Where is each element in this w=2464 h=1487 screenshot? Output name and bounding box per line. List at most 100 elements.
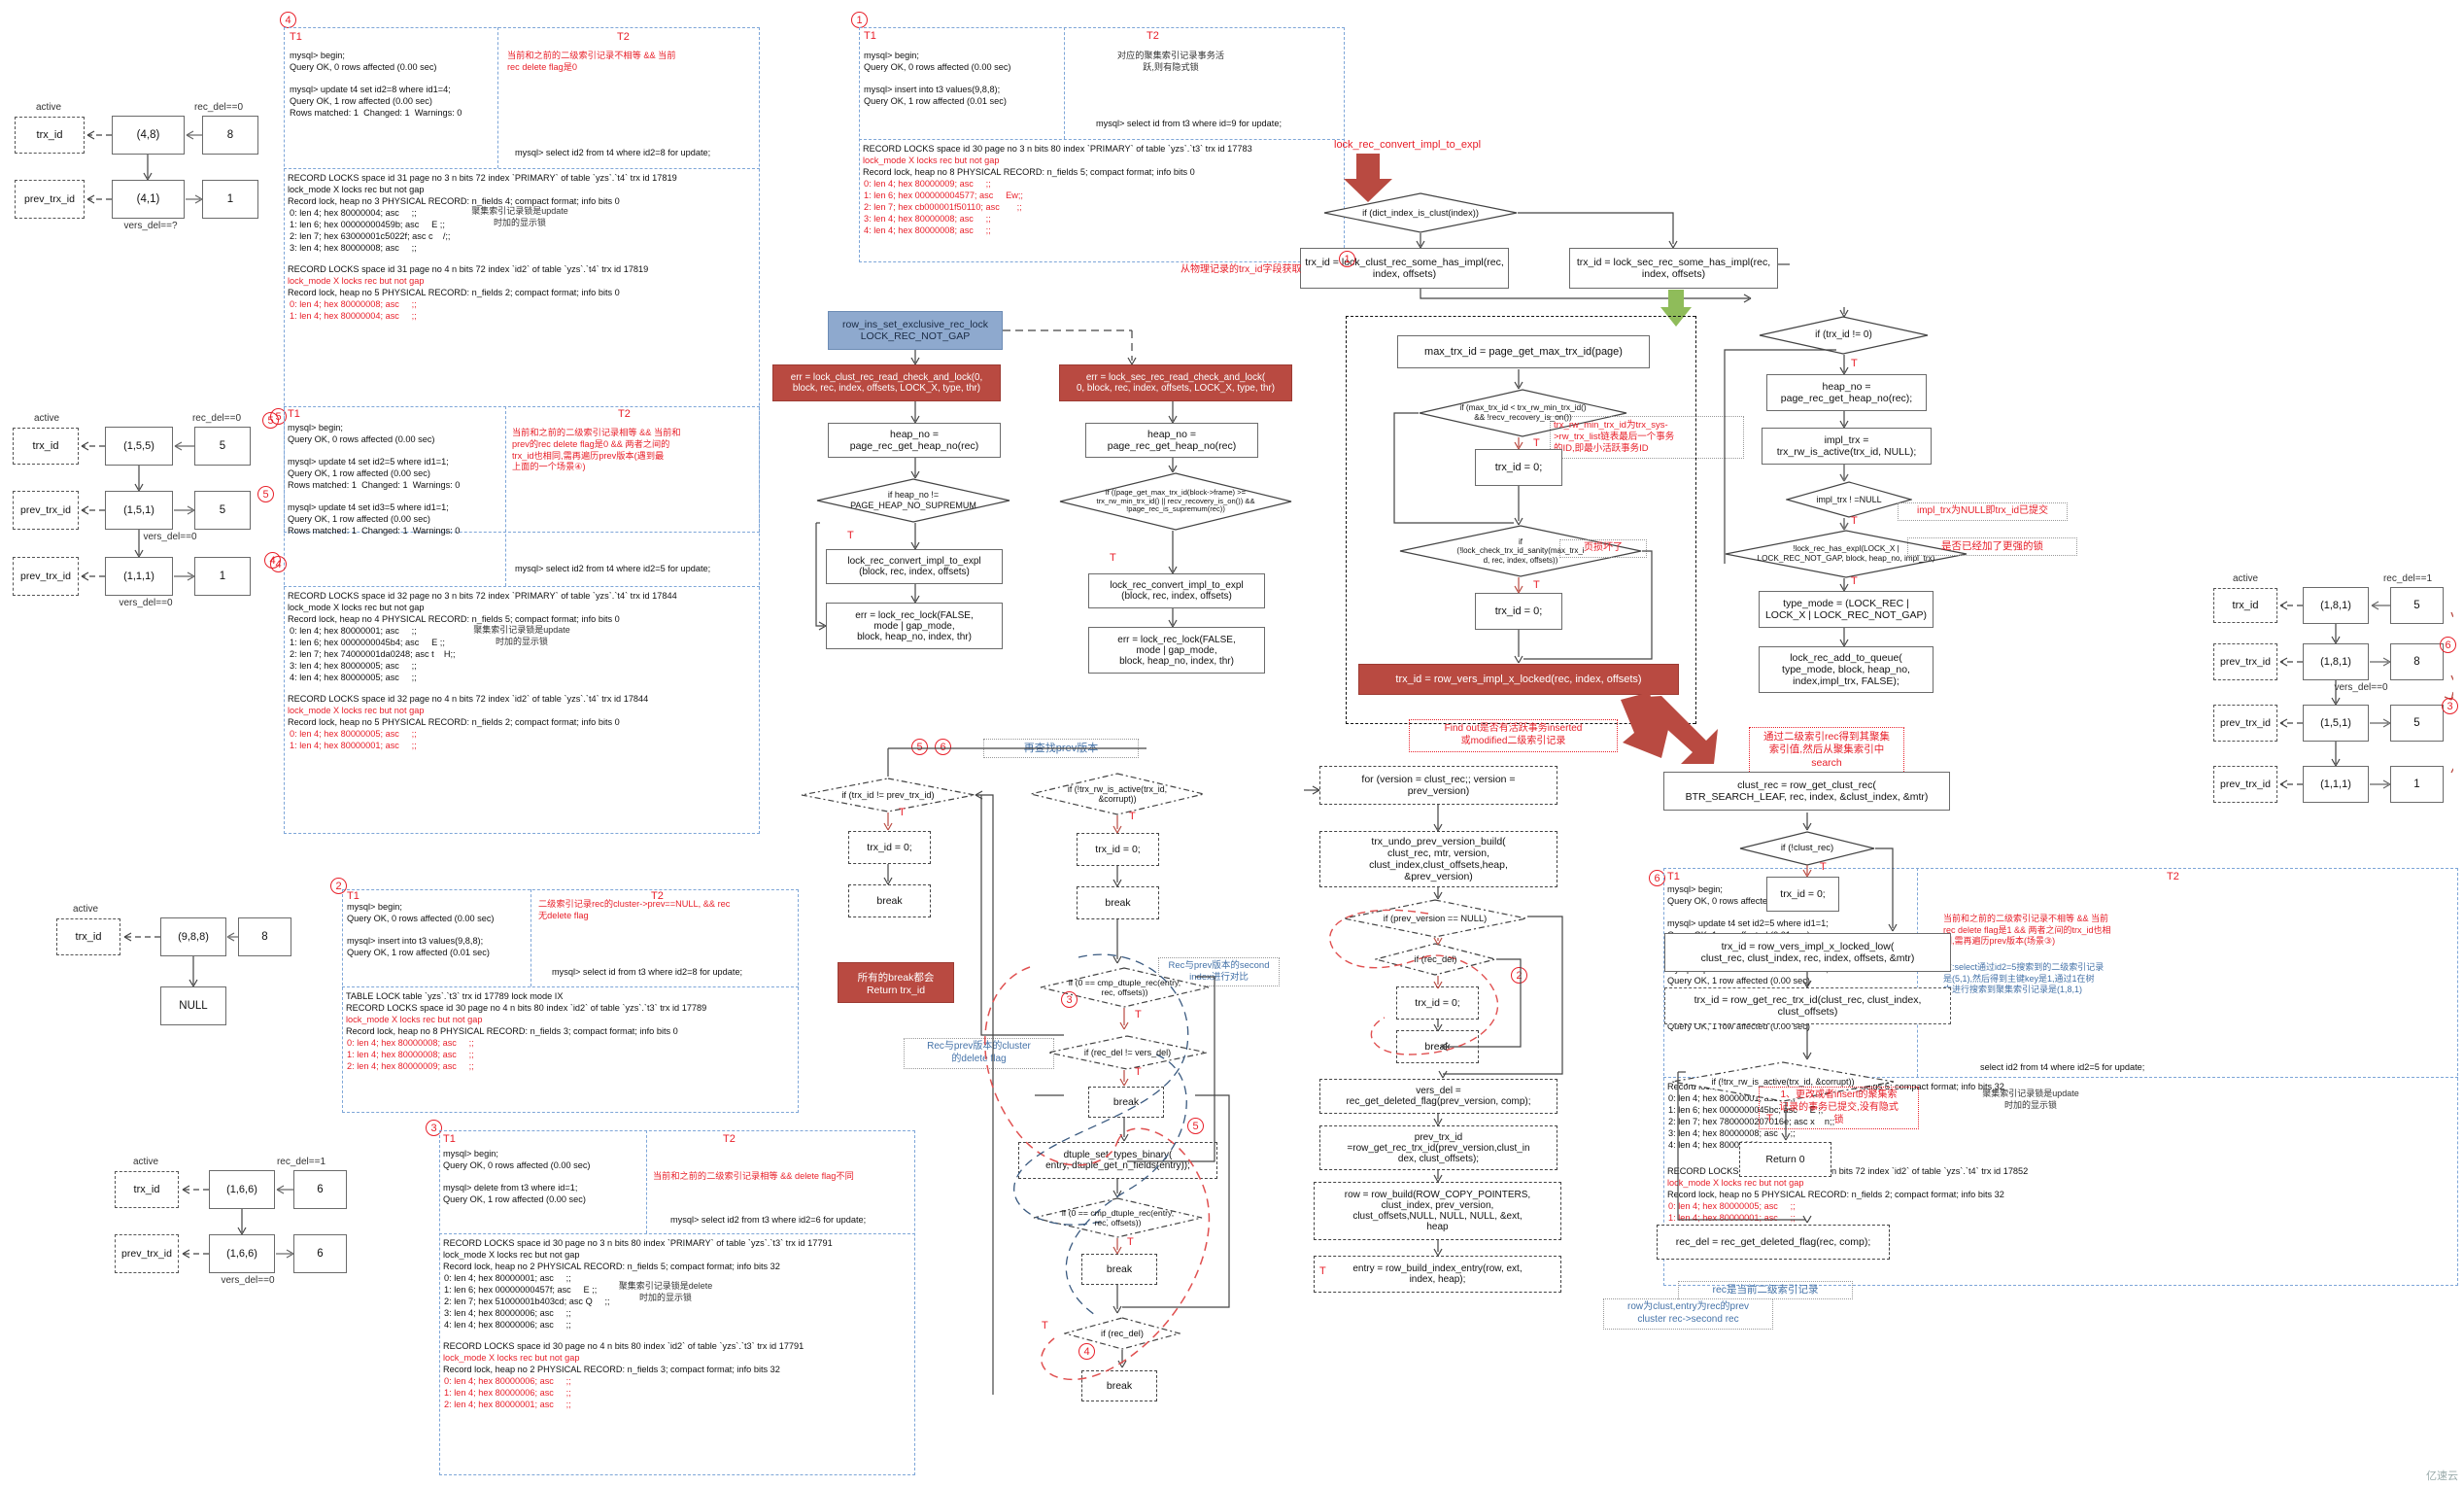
scenario-5-log2-hdr: RECORD LOCKS space id 32 page no 4 n bit… [288,694,649,704]
scenario-4-log2-mode: lock_mode X locks rec but not gap [288,276,425,286]
scenario-2-log1-rec: Record lock, heap no 8 PHYSICAL RECORD: … [346,1026,678,1036]
t-label-recdel-left: T [1042,1320,1048,1331]
t-label-clust-rec: T [1820,861,1827,873]
scenario-3-log1-f2: 2: len 7; hex 51000001b403cd; asc Q ;; [444,1297,610,1306]
scenario-5-t2-note: 当前和之前的二级索引记录相等 && 当前和 prev的rec delete fl… [512,428,681,472]
lock-rec-convert-title: lock_rec_convert_impl_to_expl [1334,139,1482,151]
scenario-1-log1-mode: lock_mode X locks rec but not gap [863,156,1000,165]
scenario-5-log1-f4: 4: len 4; hex 80000005; asc ;; [290,673,417,682]
scenario-1-log1-f1: 1: len 6; hex 000000004577; asc Ew;; [864,190,1023,200]
version-chain-4: active trx_id rec_del==0 (4,8) 8 prev_tr… [10,102,272,277]
scenario-5-log1-f1: 1: len 6; hex 0000000045b4; asc E ;; [290,638,445,647]
left-loop-connectors [883,747,1230,1395]
version-chain-5: active rec_del==0 trx_id (1,5,5) 5 prev_… [10,413,272,656]
t-label-has-expl: T [1851,575,1858,587]
scenario-1-t2-header: T2 [1146,30,1159,42]
scenario-5-log1-rec: Record lock, heap no 4 PHYSICAL RECORD: … [288,614,620,624]
scenario-1-log1-rec: Record lock, heap no 8 PHYSICAL RECORD: … [863,167,1195,177]
scenario-5-log1-mode: lock_mode X locks rec but not gap [288,603,425,612]
scenario-2-t2-sql: mysql> select id from t3 where id2=8 for… [552,967,743,977]
scenario-3-log1-f4: 4: len 4; hex 80000006; asc ;; [444,1320,571,1330]
scenario-4-hsplit [284,168,760,169]
scenario-1-split [1064,27,1065,139]
scenario-4-log1-hdr: RECORD LOCKS space id 31 page no 3 n bit… [288,173,677,183]
marker-5-b: 5 [257,486,274,502]
version-chain-2: active trx_id (9,8,8) 8 NULL [39,904,291,1059]
big-red-arrow-diag [1621,692,1718,764]
scenario-5-t1-sql: mysql> begin; Query OK, 0 rows affected … [288,423,461,536]
scenario-2-log1-f0: 0: len 4; hex 80000008; asc ;; [347,1038,474,1048]
scenario-5-log1-f0: 0: len 4; hex 80000001; asc ;; [290,626,417,636]
scenario-1-log1-f4: 4: len 4; hex 80000008; asc ;; [864,225,991,235]
t-label-recdel-versdel: T [1135,1066,1142,1078]
marker-6-chain: 6 [2440,637,2456,653]
scenario-3-t2-header: T2 [723,1133,736,1145]
scenario-2-t1-header: T1 [347,890,359,902]
scenario-3-log2-mode: lock_mode X locks rec but not gap [443,1353,580,1363]
scenario-5-split [505,406,506,586]
t-label-max-trx: T [1533,437,1540,449]
scenario-3-log1-f3: 3: len 4; hex 80000006; asc ;; [444,1308,571,1318]
scenario-4-t2-header: T2 [617,31,630,43]
scenario-3-log1-rec: Record lock, heap no 2 PHYSICAL RECORD: … [443,1262,780,1271]
scenario-2-hsplit [342,986,799,987]
t-label-trx-ne0: T [1851,358,1858,369]
scenario-4-log2-f0: 0: len 4; hex 80000008; asc ;; [290,299,417,309]
scenario-4-log1-mode: lock_mode X locks rec but not gap [288,185,425,194]
note-row-clust-entry: row为clust,entry为rec的prev cluster rec->se… [1603,1298,1773,1330]
version-loop-connectors [1304,785,1563,1257]
scenario-1-t2-sql: mysql> select id from t3 where id=9 for … [1096,119,1282,128]
scenario-5-log2-f1: 1: len 4; hex 80000001; asc ;; [290,741,417,750]
scenario-4-log2-rec: Record lock, heap no 5 PHYSICAL RECORD: … [288,288,620,297]
scenario-1-number: 1 [851,12,868,28]
scenario-5-t1-header: T1 [288,408,300,420]
scenario-1-t1-sql: mysql> begin; Query OK, 0 rows affected … [864,51,1011,107]
scenario-3-log2-f0: 0: len 4; hex 80000006; asc ;; [444,1376,571,1386]
t-label-impl-trx: T [1851,515,1858,527]
scenario-1-log1-f0: 0: len 4; hex 80000009; asc ;; [864,179,991,189]
scenario-2-log-table: TABLE LOCK table `yzs`.`t3` trx id 17789… [346,991,564,1001]
scenario-4-t1-sql: mysql> begin; Query OK, 0 rows affected … [290,51,462,118]
scenario-4-log2-f1: 1: len 4; hex 80000004; asc ;; [290,311,417,321]
scenario-5-t2-header: T2 [618,408,631,420]
scenario-1-log1-f3: 3: len 4; hex 80000008; asc ;; [864,214,991,224]
convert-left-connectors [1393,369,1653,664]
t-label-page-max: T [1110,552,1116,564]
note-clust-impl: 从物理记录的trx_id字段获取 [1181,264,1302,275]
scenario-2-log1-hdr: RECORD LOCKS space id 30 page no 4 n bit… [346,1003,707,1013]
scenario-5-log1-hdr: RECORD LOCKS space id 32 page no 3 n bit… [288,591,677,601]
scenario-5-log2-f0: 0: len 4; hex 80000005; asc ;; [290,729,417,739]
scenario-3-split [646,1130,647,1233]
scenario-6-t2-sql: select id2 from t4 where id2=5 for updat… [1980,1062,2145,1072]
t-label-sanity: T [1533,579,1540,591]
scenario-4-log1-note: 聚集索引记录锁是update 时加的显示锁 [471,206,568,227]
scenario-4-log1-f0: 0: len 4; hex 80000004; asc ;; [290,208,417,218]
scenario-3-log2-f1: 1: len 4; hex 80000006; asc ;; [444,1388,571,1398]
scenario-5-log1-note: 聚集索引记录锁是update 时加的显示锁 [473,625,570,646]
scenario-4-log1-f3: 3: len 4; hex 80000008; asc ;; [290,243,417,253]
scenario-2-log1-f1: 1: len 4; hex 80000008; asc ;; [347,1050,474,1059]
scenario-6-t2-header: T2 [2167,871,2179,882]
scenario-3-log2-rec: Record lock, heap no 2 PHYSICAL RECORD: … [443,1365,780,1374]
t-label-trx-prev: T [899,807,906,818]
t-label-entry: T [1319,1265,1326,1277]
t-label-heap-no: T [847,530,854,541]
scenario-2-t2-note: 二级索引记录rec的cluster->prev==NULL, && rec 无d… [538,899,731,920]
scenario-1-hsplit [859,139,1345,140]
scenario-2-log1-f2: 2: len 4; hex 80000009; asc ;; [347,1061,474,1071]
scenario-3-log1-f0: 0: len 4; hex 80000001; asc ;; [444,1273,571,1283]
scenario-1-t1-header: T1 [864,30,876,42]
scenario-5-log2-rec: Record lock, heap no 5 PHYSICAL RECORD: … [288,717,620,727]
marker-3-chain: 3 [2442,698,2458,714]
scenario-5-log1-f3: 3: len 4; hex 80000005; asc ;; [290,661,417,671]
scenario-3-t1-sql: mysql> begin; Query OK, 0 rows affected … [443,1149,591,1205]
scenario-2-log1-mode: lock_mode X locks rec but not gap [346,1015,483,1024]
scenario-1-log1-hdr: RECORD LOCKS space id 30 page no 3 n bit… [863,144,1252,154]
scenario-3-log1-f1: 1: len 6; hex 00000000457f; asc E ;; [444,1285,598,1295]
scenario-5-marker-4: 4 [270,556,287,572]
version-chain-3: active rec_del==1 trx_id (1,6,6) 6 prev_… [107,1157,350,1312]
scenario-4-log1-f1: 1: len 6; hex 00000000459b; asc E ;; [290,220,445,229]
scenario-3-log1-note: 聚集索引记录锁是delete 时加的显示锁 [618,1281,713,1302]
watermark: 亿速云 [2426,1470,2458,1482]
scenario-5-log1-f2: 2: len 7; hex 74000001da0248; asc t H;; [290,649,456,659]
